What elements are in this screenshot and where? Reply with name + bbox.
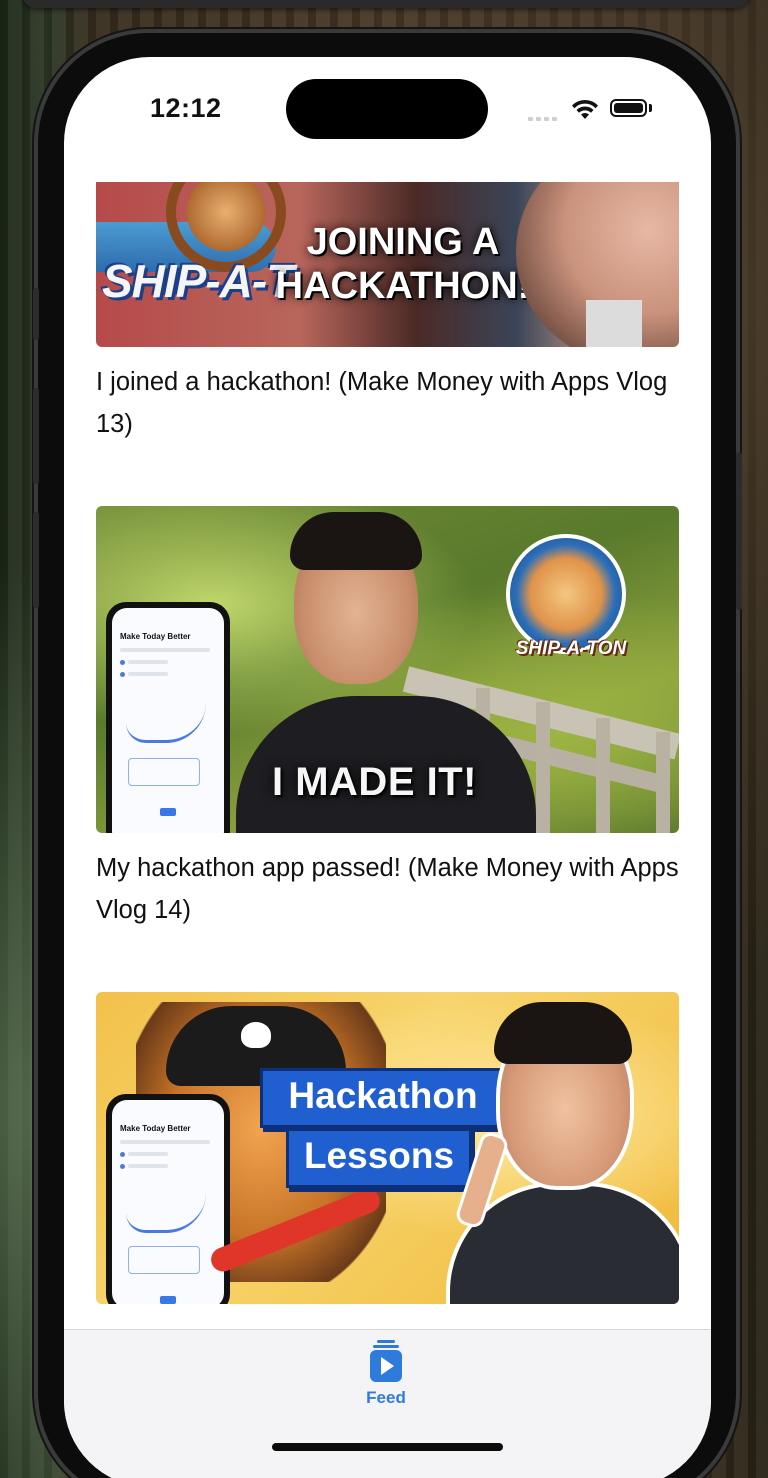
app-mockup-illustration	[126, 700, 206, 743]
app-mockup-bullet	[120, 1164, 125, 1169]
app-mockup-button	[160, 1296, 176, 1304]
status-time: 12:12	[150, 93, 222, 123]
video-feed[interactable]: SHIP-A-T JOINING A HACKATHON! I joined a…	[64, 57, 711, 1329]
side-button	[736, 452, 742, 610]
app-mockup-title: Make Today Better	[120, 632, 191, 641]
window-top-edge	[22, 0, 750, 8]
app-mockup-illustration	[126, 1190, 206, 1233]
app-mockup-line	[128, 672, 168, 676]
app-mockup-screen: Make Today Better	[112, 608, 224, 833]
app-mockup-bullet	[120, 672, 125, 677]
video-thumbnail[interactable]: Make Today Better Hackathon Lessons	[96, 992, 679, 1304]
thumbnail-placeholder-block	[586, 300, 642, 347]
thumbnail-headline: Hackathon	[260, 1068, 506, 1128]
battery-tip	[649, 104, 652, 112]
bridge-post	[656, 732, 670, 833]
play-stack-icon	[370, 1340, 402, 1382]
status-bar: 12:12	[64, 57, 711, 167]
app-mockup-line	[120, 1140, 210, 1144]
video-thumbnail[interactable]: SHIP-A-T JOINING A HACKATHON!	[96, 182, 679, 347]
cellular-signal-icon	[528, 111, 560, 121]
video-title[interactable]: I joined a hackathon! (Make Money with A…	[96, 361, 686, 445]
tab-feed-label: Feed	[366, 1388, 406, 1407]
app-mockup-screen: Make Today Better	[112, 1100, 224, 1304]
skull-icon	[241, 1022, 271, 1048]
home-indicator[interactable]	[272, 1443, 503, 1451]
thumbnail-brand: SHIP-A-TON	[515, 638, 627, 659]
app-mockup-bullet	[120, 660, 125, 665]
app-mockup-bullet	[120, 1152, 125, 1157]
ship-a-ton-logo	[506, 534, 626, 654]
presenter-hair	[494, 1002, 632, 1064]
app-mockup-line	[120, 648, 210, 652]
thumbnail-headline: I MADE IT!	[272, 760, 477, 804]
wifi-icon	[572, 99, 598, 119]
app-mockup-phone: Make Today Better	[106, 1094, 230, 1304]
app-mockup-card	[128, 1246, 200, 1274]
tab-bar: Feed	[64, 1329, 711, 1478]
app-mockup-button	[160, 808, 176, 816]
presenter-hair	[290, 512, 422, 570]
battery-icon	[610, 99, 647, 117]
video-thumbnail[interactable]: Make Today Better SHIP-A-TON I MADE IT!	[96, 506, 679, 833]
thumbnail-headline: Lessons	[286, 1128, 472, 1188]
thumbnail-headline-line: HACKATHON!	[275, 265, 531, 307]
volume-down-button	[33, 512, 39, 608]
bridge-post	[536, 702, 550, 833]
action-button	[33, 288, 39, 340]
app-mockup-title: Make Today Better	[120, 1124, 191, 1133]
video-title[interactable]: My hackathon app passed! (Make Money wit…	[96, 847, 686, 931]
volume-up-button	[33, 388, 39, 484]
app-mockup-line	[128, 1152, 168, 1156]
tab-feed[interactable]: Feed	[346, 1338, 426, 1408]
app-mockup-phone: Make Today Better	[106, 602, 230, 833]
thumbnail-headline: JOINING A HACKATHON!	[258, 220, 548, 308]
app-mockup-card	[128, 758, 200, 786]
dynamic-island	[286, 79, 488, 139]
app-screen: SHIP-A-T JOINING A HACKATHON! I joined a…	[64, 57, 711, 1478]
bridge-post	[596, 718, 610, 833]
app-mockup-line	[128, 660, 168, 664]
thumbnail-headline-line: JOINING A	[306, 221, 500, 263]
app-mockup-line	[128, 1164, 168, 1168]
